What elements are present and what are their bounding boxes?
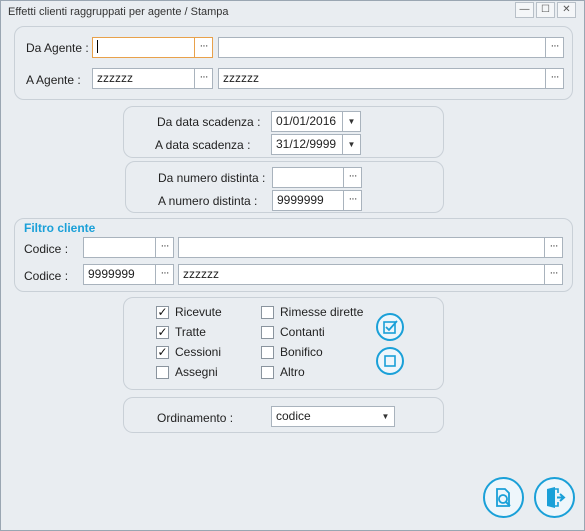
cessioni-checkbox[interactable]: ✓ [156,346,169,359]
tratte-checkbox[interactable]: ✓ [156,326,169,339]
print-preview-icon [496,488,511,507]
to-client-code-lookup-button[interactable]: ··· [156,264,174,285]
text-cursor [97,40,98,54]
to-client-code-label: Codice : [24,269,69,283]
from-client-code-input[interactable] [83,237,156,258]
to-due-date-input[interactable]: 31/12/9999 [271,134,343,155]
to-agent-lookup-button[interactable]: ··· [195,68,213,89]
bonifico-label: Bonifico [280,345,323,359]
assegni-checkbox[interactable] [156,366,169,379]
contanti-label: Contanti [280,325,325,339]
from-due-date-dropdown[interactable]: ▼ [343,111,361,132]
to-client-desc-input[interactable]: zzzzzz [178,264,545,285]
due-date-group: Da data scadenza : 01/01/2016 ▼ A data s… [123,106,444,158]
report-window: Effetti clienti raggruppati per agente /… [0,0,585,531]
close-button[interactable]: ✕ [557,2,576,18]
exit-button[interactable] [534,477,575,518]
to-due-date-label: A data scadenza : [155,138,251,152]
to-distinta-label: A numero distinta : [158,194,258,208]
to-distinta-lookup-button[interactable]: ··· [344,190,362,211]
rimesse-dirette-label: Rimesse dirette [280,305,364,319]
window-title: Effetti clienti raggruppati per agente /… [8,6,229,18]
assegni-label: Assegni [175,365,218,379]
from-agent-desc-input[interactable] [218,37,546,58]
altro-checkbox[interactable] [261,366,274,379]
title-bar: Effetti clienti raggruppati per agente /… [1,1,584,23]
to-agent-code-input[interactable]: zzzzzz [92,68,195,89]
client-filter-group: Filtro cliente Codice : ··· ··· Codice :… [14,218,573,292]
uncheck-all-icon [384,355,396,367]
altro-label: Altro [280,365,305,379]
from-distinta-input[interactable] [272,167,344,188]
client-filter-title: Filtro cliente [24,221,96,235]
from-client-code-lookup-button[interactable]: ··· [156,237,174,258]
agent-group: Da Agente : ··· ··· A Agente : zzzzzz ··… [14,26,573,100]
bonifico-checkbox[interactable] [261,346,274,359]
to-agent-label: A Agente : [26,73,81,87]
deselect-all-button[interactable] [376,347,404,375]
ricevute-checkbox[interactable]: ✓ [156,306,169,319]
check-all-icon [383,320,398,334]
ordering-group: Ordinamento : codice ▼ [123,397,444,433]
from-distinta-label: Da numero distinta : [158,171,266,185]
to-due-date-dropdown[interactable]: ▼ [343,134,361,155]
from-client-code-label: Codice : [24,242,69,256]
to-client-desc-lookup-button[interactable]: ··· [545,264,563,285]
select-all-button[interactable] [376,313,404,341]
from-client-desc-input[interactable] [178,237,545,258]
from-agent-label: Da Agente : [26,41,89,55]
ricevute-label: Ricevute [175,305,222,319]
to-distinta-input[interactable]: 9999999 [272,190,344,211]
from-distinta-lookup-button[interactable]: ··· [344,167,362,188]
cessioni-label: Cessioni [175,345,222,359]
exit-icon [547,487,566,508]
ordering-select[interactable]: codice [271,406,378,427]
distinta-number-group: Da numero distinta : ··· A numero distin… [125,161,444,213]
ordering-label: Ordinamento : [157,411,234,425]
from-agent-code-input[interactable] [92,37,195,58]
to-client-code-input[interactable]: 9999999 [83,264,156,285]
maximize-button[interactable]: ☐ [536,2,555,18]
to-agent-desc-input[interactable]: zzzzzz [218,68,546,89]
minimize-button[interactable]: — [515,2,534,18]
payment-types-group: ✓ Ricevute ✓ Tratte ✓ Cessioni Assegni R… [123,297,444,390]
from-agent-lookup-button[interactable]: ··· [195,37,213,58]
contanti-checkbox[interactable] [261,326,274,339]
from-agent-desc-lookup-button[interactable]: ··· [546,37,564,58]
tratte-label: Tratte [175,325,206,339]
from-client-desc-lookup-button[interactable]: ··· [545,237,563,258]
ordering-dropdown[interactable]: ▼ [377,406,395,427]
from-due-date-input[interactable]: 01/01/2016 [271,111,343,132]
to-agent-desc-lookup-button[interactable]: ··· [546,68,564,89]
from-due-date-label: Da data scadenza : [157,115,261,129]
print-preview-button[interactable] [483,477,524,518]
rimesse-dirette-checkbox[interactable] [261,306,274,319]
